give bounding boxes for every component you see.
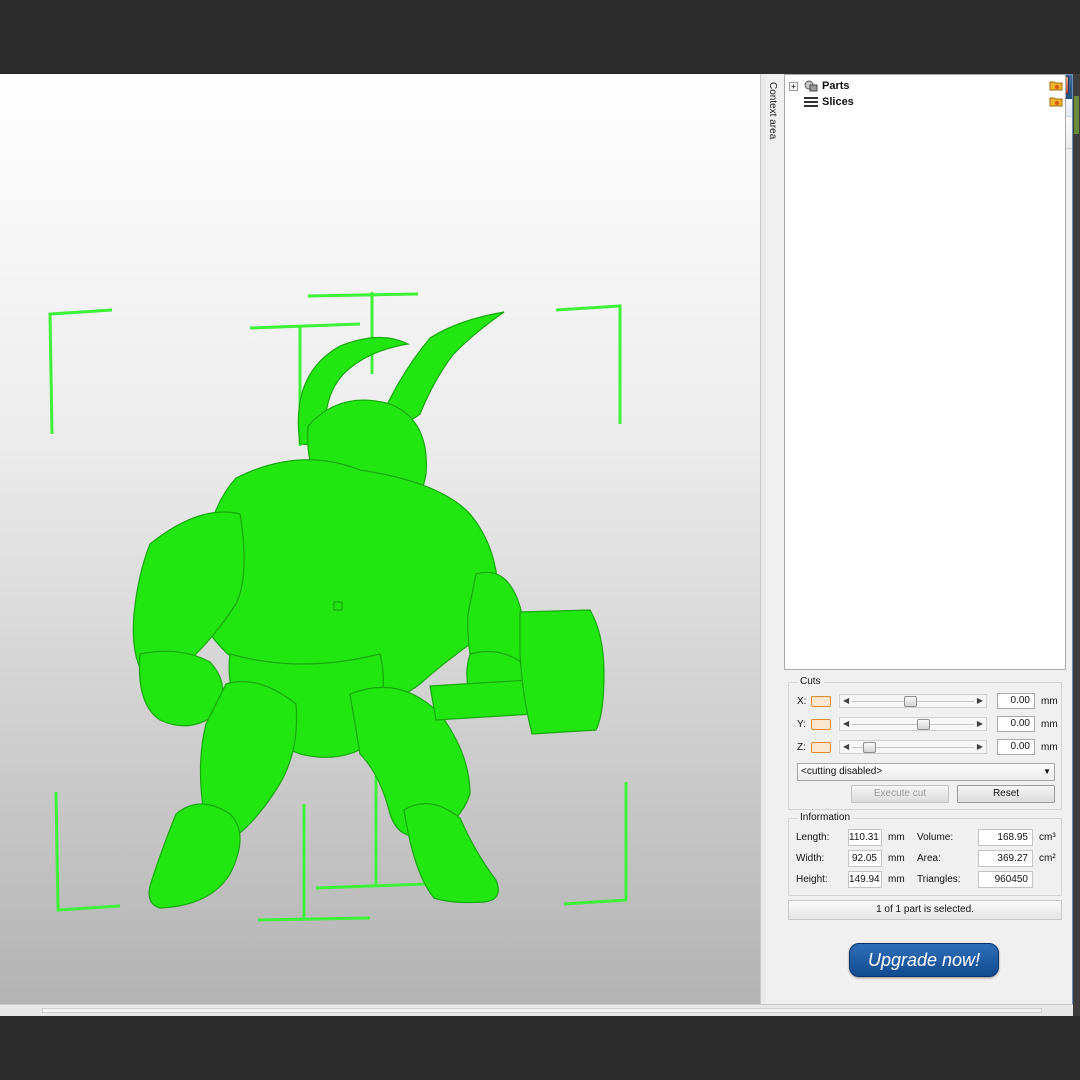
tree-item-slices[interactable]: Slices: [789, 95, 854, 109]
status-bar: [0, 1004, 1073, 1016]
context-area-label: Context area: [767, 82, 778, 140]
cuts-title: Cuts: [797, 676, 824, 687]
length-value: 110.31: [848, 829, 882, 846]
minotaur-model: [132, 311, 605, 909]
tree-item-parts[interactable]: + Parts: [789, 79, 850, 93]
cut-color-swatch[interactable]: [811, 718, 831, 730]
slider-thumb[interactable]: [862, 742, 876, 753]
parts-icon: [804, 80, 818, 92]
cut-slider-x[interactable]: ◀ ▶: [839, 694, 987, 708]
execute-cut-button[interactable]: Execute cut: [851, 785, 949, 803]
height-value: 149.94: [848, 871, 882, 888]
slices-icon: [804, 96, 818, 108]
cut-row-x: X: ◀ ▶ 0.00 mm: [797, 692, 1058, 710]
width-label: Width:: [796, 853, 825, 864]
upgrade-button[interactable]: Upgrade now!: [849, 943, 999, 977]
axis-label: X:: [797, 695, 807, 707]
cut-value-y[interactable]: 0.00: [997, 716, 1035, 732]
area-unit: cm²: [1039, 853, 1056, 864]
chevron-left-icon[interactable]: ◀: [843, 719, 849, 728]
context-area-strip: [766, 74, 784, 1004]
screen-frame: ─ ☐ ✕: [0, 0, 1080, 1080]
3d-viewport[interactable]: [0, 74, 760, 1004]
length-label: Length:: [796, 832, 830, 843]
slider-thumb[interactable]: [917, 719, 931, 730]
width-value: 92.05: [848, 850, 882, 867]
volume-label: Volume:: [917, 832, 954, 843]
unit-label: mm: [1041, 718, 1058, 730]
chevron-left-icon[interactable]: ◀: [843, 696, 849, 705]
folder-icon[interactable]: [1049, 96, 1063, 110]
cut-value-z[interactable]: 0.00: [997, 739, 1035, 755]
volume-unit: cm³: [1039, 832, 1056, 843]
unit-label: mm: [1041, 695, 1058, 707]
cut-color-swatch[interactable]: [811, 695, 831, 707]
selection-status: 1 of 1 part is selected.: [788, 900, 1062, 920]
reset-button[interactable]: Reset: [957, 785, 1055, 803]
area-value: 369.27: [978, 850, 1033, 867]
expand-toggle[interactable]: +: [789, 81, 798, 91]
background-app-sliver: [1074, 96, 1079, 134]
triangles-label: Triangles:: [917, 874, 961, 885]
folder-icon[interactable]: [1049, 80, 1063, 94]
triangles-value: 960450: [978, 871, 1033, 888]
height-unit: mm: [888, 874, 905, 885]
information-group: Information Length: 110.31 mm Volume: 16…: [788, 812, 1062, 896]
chevron-left-icon[interactable]: ◀: [843, 742, 849, 751]
height-label: Height:: [796, 874, 828, 885]
model-scene: [48, 292, 628, 922]
tree-item-label: Slices: [822, 96, 854, 108]
chevron-right-icon[interactable]: ▶: [977, 696, 983, 705]
cut-slider-z[interactable]: ◀ ▶: [839, 740, 987, 754]
axis-label: Z:: [797, 741, 806, 753]
cut-color-swatch[interactable]: [811, 741, 831, 753]
area-label: Area:: [917, 853, 941, 864]
parts-tree: + Parts Slices: [784, 74, 1066, 670]
chevron-right-icon[interactable]: ▶: [977, 742, 983, 751]
slider-thumb[interactable]: [904, 696, 918, 707]
cut-slider-y[interactable]: ◀ ▶: [839, 717, 987, 731]
cut-row-z: Z: ◀ ▶ 0.00 mm: [797, 738, 1058, 756]
cut-row-y: Y: ◀ ▶ 0.00 mm: [797, 715, 1058, 733]
chevron-down-icon[interactable]: ▼: [1043, 764, 1051, 780]
properties-panel: Cuts X: ◀ ▶ 0.00 mm Y: ◀ ▶ 0.00 mm Z: ◀ …: [784, 670, 1066, 1004]
cuts-group: Cuts X: ◀ ▶ 0.00 mm Y: ◀ ▶ 0.00 mm Z: ◀ …: [788, 676, 1062, 810]
tree-item-label: Parts: [822, 80, 850, 92]
information-title: Information: [797, 812, 854, 823]
axis-label: Y:: [797, 718, 806, 730]
slider-track: [852, 724, 974, 725]
unit-label: mm: [1041, 741, 1058, 753]
horizontal-scrollbar[interactable]: [42, 1008, 1042, 1013]
width-unit: mm: [888, 853, 905, 864]
background-window-edge: [1073, 74, 1080, 1016]
cut-value-x[interactable]: 0.00: [997, 693, 1035, 709]
cutting-mode-value: <cutting disabled>: [801, 766, 883, 777]
length-unit: mm: [888, 832, 905, 843]
chevron-right-icon[interactable]: ▶: [977, 719, 983, 728]
cutting-mode-select[interactable]: <cutting disabled> ▼: [797, 763, 1055, 781]
volume-value: 168.95: [978, 829, 1033, 846]
